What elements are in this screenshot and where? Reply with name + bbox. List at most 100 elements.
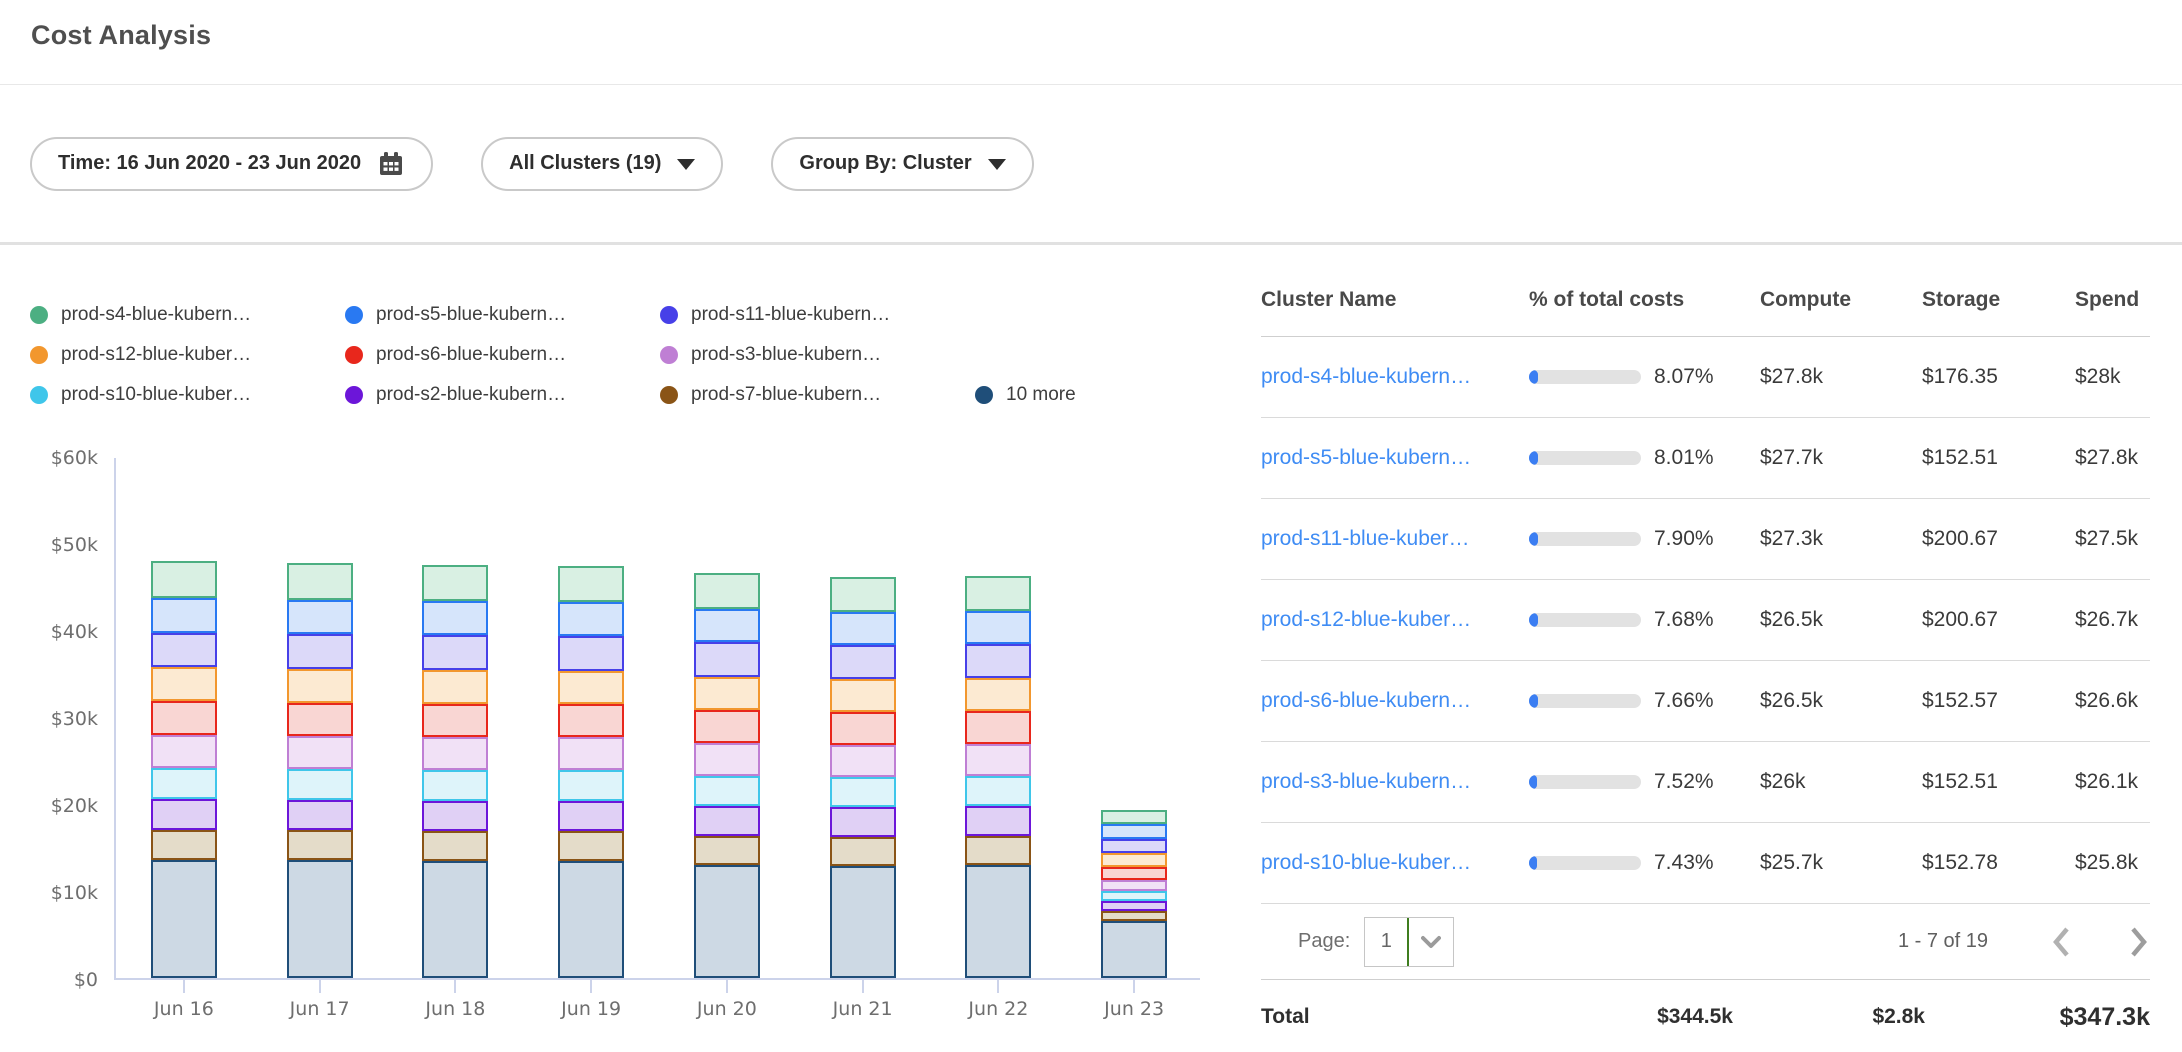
legend-item[interactable]: prod-s3-blue-kubern… bbox=[660, 344, 975, 366]
legend-item[interactable]: prod-s2-blue-kubern… bbox=[345, 384, 660, 406]
stacked-bar-jun-16[interactable] bbox=[151, 561, 217, 978]
bar-segment[interactable] bbox=[287, 703, 353, 736]
bar-segment[interactable] bbox=[558, 636, 624, 671]
bar-segment[interactable] bbox=[287, 860, 353, 978]
bar-segment[interactable] bbox=[422, 704, 488, 737]
legend-item[interactable]: prod-s12-blue-kuber… bbox=[30, 344, 345, 366]
bar-segment[interactable] bbox=[287, 669, 353, 703]
bar-segment[interactable] bbox=[422, 861, 488, 978]
bar-segment[interactable] bbox=[694, 865, 760, 978]
bar-segment[interactable] bbox=[558, 671, 624, 704]
cluster-name-link[interactable]: prod-s12-blue-kuber… bbox=[1261, 608, 1471, 631]
bar-segment[interactable] bbox=[965, 865, 1031, 978]
bar-segment[interactable] bbox=[151, 799, 217, 830]
cluster-name-link[interactable]: prod-s10-blue-kuber… bbox=[1261, 851, 1471, 874]
group-by-dropdown[interactable]: Group By: Cluster bbox=[771, 137, 1033, 191]
bar-segment[interactable] bbox=[558, 861, 624, 978]
bar-segment[interactable] bbox=[287, 736, 353, 769]
bar-segment[interactable] bbox=[965, 644, 1031, 678]
stacked-bar-jun-20[interactable] bbox=[694, 573, 760, 978]
bar-segment[interactable] bbox=[694, 609, 760, 642]
bar-segment[interactable] bbox=[287, 830, 353, 860]
bar-segment[interactable] bbox=[558, 566, 624, 602]
legend-item[interactable]: prod-s10-blue-kuber… bbox=[30, 384, 345, 406]
bar-segment[interactable] bbox=[965, 836, 1031, 865]
bar-segment[interactable] bbox=[151, 561, 217, 598]
bar-segment[interactable] bbox=[1101, 901, 1167, 911]
page-select[interactable]: 1 bbox=[1364, 917, 1454, 967]
legend-item[interactable]: prod-s11-blue-kubern… bbox=[660, 304, 975, 326]
legend-item[interactable]: prod-s6-blue-kubern… bbox=[345, 344, 660, 366]
bar-segment[interactable] bbox=[287, 800, 353, 830]
bar-segment[interactable] bbox=[558, 704, 624, 737]
legend-item[interactable]: 10 more bbox=[975, 384, 1076, 406]
time-range-filter[interactable]: Time: 16 Jun 2020 - 23 Jun 2020 bbox=[30, 137, 433, 191]
bar-segment[interactable] bbox=[558, 602, 624, 636]
bar-segment[interactable] bbox=[151, 633, 217, 667]
bar-segment[interactable] bbox=[694, 710, 760, 743]
bar-segment[interactable] bbox=[694, 573, 760, 609]
bar-segment[interactable] bbox=[151, 830, 217, 860]
bar-segment[interactable] bbox=[965, 611, 1031, 644]
legend-item[interactable]: prod-s7-blue-kubern… bbox=[660, 384, 975, 406]
bar-segment[interactable] bbox=[1101, 853, 1167, 867]
bar-segment[interactable] bbox=[1101, 839, 1167, 853]
bar-segment[interactable] bbox=[287, 600, 353, 634]
bar-segment[interactable] bbox=[558, 770, 624, 801]
bar-segment[interactable] bbox=[694, 642, 760, 677]
stacked-bar-jun-22[interactable] bbox=[965, 576, 1031, 978]
clusters-filter-dropdown[interactable]: All Clusters (19) bbox=[481, 137, 723, 191]
bar-segment[interactable] bbox=[965, 711, 1031, 744]
bar-segment[interactable] bbox=[830, 837, 896, 866]
bar-segment[interactable] bbox=[422, 770, 488, 801]
bar-segment[interactable] bbox=[965, 744, 1031, 776]
stacked-bar-jun-19[interactable] bbox=[558, 566, 624, 978]
cluster-name-link[interactable]: prod-s5-blue-kubern… bbox=[1261, 446, 1471, 469]
bar-segment[interactable] bbox=[965, 806, 1031, 836]
cluster-name-link[interactable]: prod-s3-blue-kubern… bbox=[1261, 770, 1471, 793]
bar-segment[interactable] bbox=[151, 701, 217, 735]
previous-page-button[interactable] bbox=[2050, 925, 2072, 959]
bar-segment[interactable] bbox=[422, 737, 488, 770]
bar-segment[interactable] bbox=[830, 745, 896, 777]
bar-segment[interactable] bbox=[830, 866, 896, 978]
bar-segment[interactable] bbox=[151, 768, 217, 799]
cluster-name-link[interactable]: prod-s6-blue-kubern… bbox=[1261, 689, 1471, 712]
bar-segment[interactable] bbox=[422, 831, 488, 861]
bar-segment[interactable] bbox=[422, 601, 488, 635]
bar-segment[interactable] bbox=[1101, 810, 1167, 824]
bar-segment[interactable] bbox=[830, 612, 896, 645]
bar-segment[interactable] bbox=[694, 836, 760, 865]
bar-segment[interactable] bbox=[830, 679, 896, 712]
stacked-bar-jun-17[interactable] bbox=[287, 563, 353, 978]
bar-segment[interactable] bbox=[422, 635, 488, 670]
bar-segment[interactable] bbox=[694, 677, 760, 710]
bar-segment[interactable] bbox=[287, 769, 353, 800]
bar-segment[interactable] bbox=[694, 806, 760, 836]
bar-segment[interactable] bbox=[694, 743, 760, 776]
next-page-button[interactable] bbox=[2128, 925, 2150, 959]
bar-segment[interactable] bbox=[1101, 824, 1167, 839]
bar-segment[interactable] bbox=[694, 776, 760, 806]
bar-segment[interactable] bbox=[558, 801, 624, 831]
bar-segment[interactable] bbox=[151, 598, 217, 633]
bar-segment[interactable] bbox=[965, 576, 1031, 611]
bar-segment[interactable] bbox=[151, 735, 217, 768]
bar-segment[interactable] bbox=[1101, 911, 1167, 921]
bar-segment[interactable] bbox=[830, 645, 896, 679]
bar-segment[interactable] bbox=[830, 807, 896, 837]
stacked-bar-jun-21[interactable] bbox=[830, 577, 896, 978]
bar-segment[interactable] bbox=[558, 831, 624, 861]
bar-segment[interactable] bbox=[830, 577, 896, 612]
bar-segment[interactable] bbox=[287, 563, 353, 600]
bar-segment[interactable] bbox=[1101, 880, 1167, 891]
bar-segment[interactable] bbox=[965, 776, 1031, 806]
legend-item[interactable]: prod-s5-blue-kubern… bbox=[345, 304, 660, 326]
bar-segment[interactable] bbox=[830, 712, 896, 745]
stacked-bar-jun-18[interactable] bbox=[422, 565, 488, 978]
bar-segment[interactable] bbox=[965, 678, 1031, 711]
bar-segment[interactable] bbox=[287, 634, 353, 669]
bar-segment[interactable] bbox=[1101, 891, 1167, 901]
bar-segment[interactable] bbox=[422, 670, 488, 704]
stacked-bar-jun-23[interactable] bbox=[1101, 810, 1167, 978]
